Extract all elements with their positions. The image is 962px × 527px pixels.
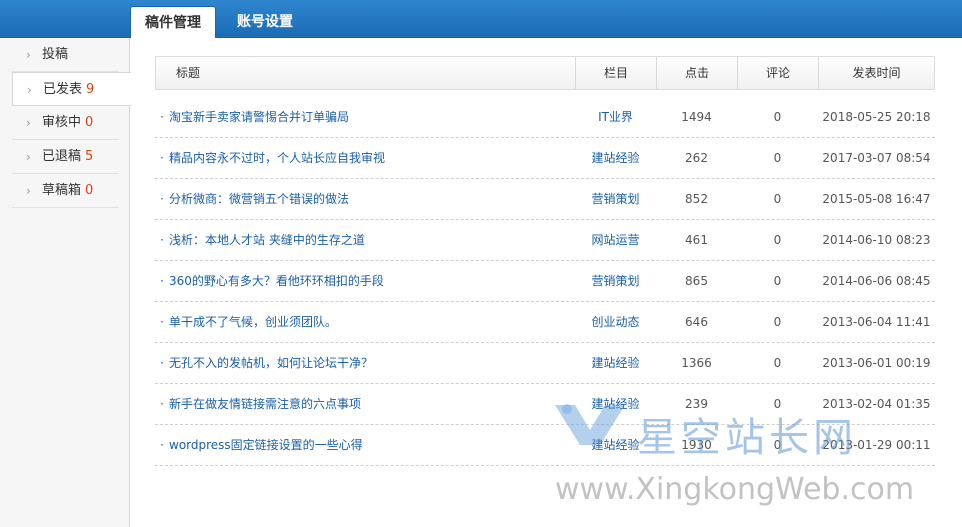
sidebar-item-label: 审核中 [42, 115, 82, 130]
sidebar-item-label: 草稿箱 [42, 183, 82, 198]
article-title-link[interactable]: 单干成不了气候，创业须团队。 [169, 315, 337, 329]
row-publish-time: 2014-06-06 08:45 [822, 274, 931, 288]
sidebar-item-drafts[interactable]: › 草稿箱 0 [12, 174, 119, 208]
row-title-cell: · wordpress固定链接设置的一些心得 [155, 425, 575, 465]
row-comments: 0 [773, 151, 782, 165]
row-title-cell: · 360的野心有多大？看他环环相扣的手段 [155, 261, 575, 301]
sidebar-item-count: 0 [85, 183, 94, 198]
article-title-link[interactable]: 淘宝新手卖家请警惕合并订单骗局 [169, 110, 349, 124]
row-publish-time: 2015-05-08 16:47 [822, 192, 931, 206]
bullet-icon: · [160, 151, 164, 165]
sidebar-item-submit[interactable]: › 投稿 [12, 38, 119, 72]
article-title-link[interactable]: 分析微商：微营销五个错误的做法 [169, 192, 349, 206]
row-title-cell: · 精品内容永不过时，个人站长应自我审视 [155, 138, 575, 178]
bullet-icon: · [160, 397, 164, 411]
article-title-link[interactable]: 精品内容永不过时，个人站长应自我审视 [169, 151, 385, 165]
watermark-logo-icon [555, 404, 625, 445]
sidebar-item-pending-review[interactable]: › 审核中 0 [12, 106, 119, 140]
row-clicks: 852 [685, 192, 708, 206]
row-title-cell: · 淘宝新手卖家请警惕合并订单骗局 [155, 97, 575, 137]
sidebar-item-published[interactable]: › 已发表 9 [12, 72, 131, 106]
sidebar-item-count: 5 [85, 149, 94, 164]
chevron-right-icon: › [26, 150, 31, 164]
bullet-icon: · [160, 233, 164, 247]
table-row: · 无孔不入的发帖机，如何让论坛干净？ 建站经验 1366 0 2013-06-01 00… [155, 343, 935, 384]
row-comments: 0 [773, 110, 782, 124]
tab-manuscript-management[interactable]: 稿件管理 [130, 6, 216, 38]
row-publish-time: 2013-06-01 00:19 [822, 356, 931, 370]
sidebar-item-label: 投稿 [42, 47, 69, 62]
row-comments: 0 [773, 192, 782, 206]
row-comments: 0 [773, 233, 782, 247]
article-title-link[interactable]: 新手在做友情链接需注意的六点事项 [169, 397, 361, 411]
row-publish-time: 2017-03-07 08:54 [822, 151, 931, 165]
row-clicks: 646 [685, 315, 708, 329]
tab-account-settings[interactable]: 账号设置 [222, 6, 308, 38]
bullet-icon: · [160, 110, 164, 124]
row-comments: 0 [773, 315, 782, 329]
table-row: · 单干成不了气候，创业须团队。 创业动态 646 0 2013-06-04 11:41 [155, 302, 935, 343]
table-row: · 淘宝新手卖家请警惕合并订单骗局 IT业界 1494 0 2018-05-25 20:1… [155, 97, 935, 138]
article-title-link[interactable]: wordpress固定链接设置的一些心得 [169, 438, 363, 452]
row-publish-time: 2014-06-10 08:23 [822, 233, 931, 247]
row-column[interactable]: 网站运营 [575, 220, 656, 260]
row-comments: 0 [773, 356, 782, 370]
table-row: · 分析微商：微营销五个错误的做法 营销策划 852 0 2015-05-08 16:47 [155, 179, 935, 220]
sidebar-item-count: 9 [86, 82, 95, 97]
row-column[interactable]: 建站经验 [575, 343, 656, 383]
row-title-cell: · 浅析：本地人才站 夹缝中的生存之道 [155, 220, 575, 260]
row-clicks: 1366 [681, 356, 712, 370]
table-row: · 360的野心有多大？看他环环相扣的手段 营销策划 865 0 2014-06-06 0… [155, 261, 935, 302]
sidebar-item-rejected[interactable]: › 已退稿 5 [12, 140, 119, 174]
header-column: 栏目 [575, 57, 656, 89]
sidebar-item-label: 已退稿 [42, 149, 82, 164]
sidebar-item-count: 0 [85, 115, 94, 130]
row-column[interactable]: IT业界 [575, 97, 656, 137]
table-row: · 精品内容永不过时，个人站长应自我审视 建站经验 262 0 2017-03-07 08… [155, 138, 935, 179]
row-clicks: 865 [685, 274, 708, 288]
top-tab-bar: 稿件管理 账号设置 [0, 0, 962, 38]
article-title-link[interactable]: 无孔不入的发帖机，如何让论坛干净？ [169, 356, 373, 370]
sidebar-item-label: 已发表 [43, 82, 83, 97]
table-header: 标题 栏目 点击 评论 发表时间 [155, 56, 935, 90]
row-column[interactable]: 营销策划 [575, 179, 656, 219]
bullet-icon: · [160, 356, 164, 370]
row-title-cell: · 分析微商：微营销五个错误的做法 [155, 179, 575, 219]
row-clicks: 461 [685, 233, 708, 247]
chevron-right-icon: › [26, 116, 31, 130]
header-publish-time: 发表时间 [818, 57, 934, 89]
watermark-text-cn: 星空站长网 [637, 415, 857, 461]
chevron-right-icon: › [26, 48, 31, 62]
row-column[interactable]: 建站经验 [575, 138, 656, 178]
row-clicks: 1494 [681, 110, 712, 124]
watermark-text-en: www.XingkongWeb.com [555, 472, 915, 507]
row-clicks: 262 [685, 151, 708, 165]
article-title-link[interactable]: 浅析：本地人才站 夹缝中的生存之道 [169, 233, 365, 247]
bullet-icon: · [160, 274, 164, 288]
header-title: 标题 [175, 66, 200, 80]
chevron-right-icon: › [27, 83, 32, 97]
bullet-icon: · [160, 192, 164, 206]
row-publish-time: 2018-05-25 20:18 [822, 110, 931, 124]
article-title-link[interactable]: 360的野心有多大？看他环环相扣的手段 [169, 274, 384, 288]
row-comments: 0 [773, 274, 782, 288]
row-title-cell: · 新手在做友情链接需注意的六点事项 [155, 384, 575, 424]
table-row: · 浅析：本地人才站 夹缝中的生存之道 网站运营 461 0 2014-06-10 08:… [155, 220, 935, 261]
row-title-cell: · 无孔不入的发帖机，如何让论坛干净？ [155, 343, 575, 383]
bullet-icon: · [160, 315, 164, 329]
row-title-cell: · 单干成不了气候，创业须团队。 [155, 302, 575, 342]
chevron-right-icon: › [26, 184, 31, 198]
row-publish-time: 2013-06-04 11:41 [822, 315, 931, 329]
header-comments: 评论 [737, 57, 818, 89]
header-clicks: 点击 [656, 57, 737, 89]
sidebar: › 投稿 › 已发表 9 › 审核中 0 › 已退稿 5 › 草稿箱 0 [0, 38, 131, 527]
row-column[interactable]: 创业动态 [575, 302, 656, 342]
bullet-icon: · [160, 438, 164, 452]
row-column[interactable]: 营销策划 [575, 261, 656, 301]
